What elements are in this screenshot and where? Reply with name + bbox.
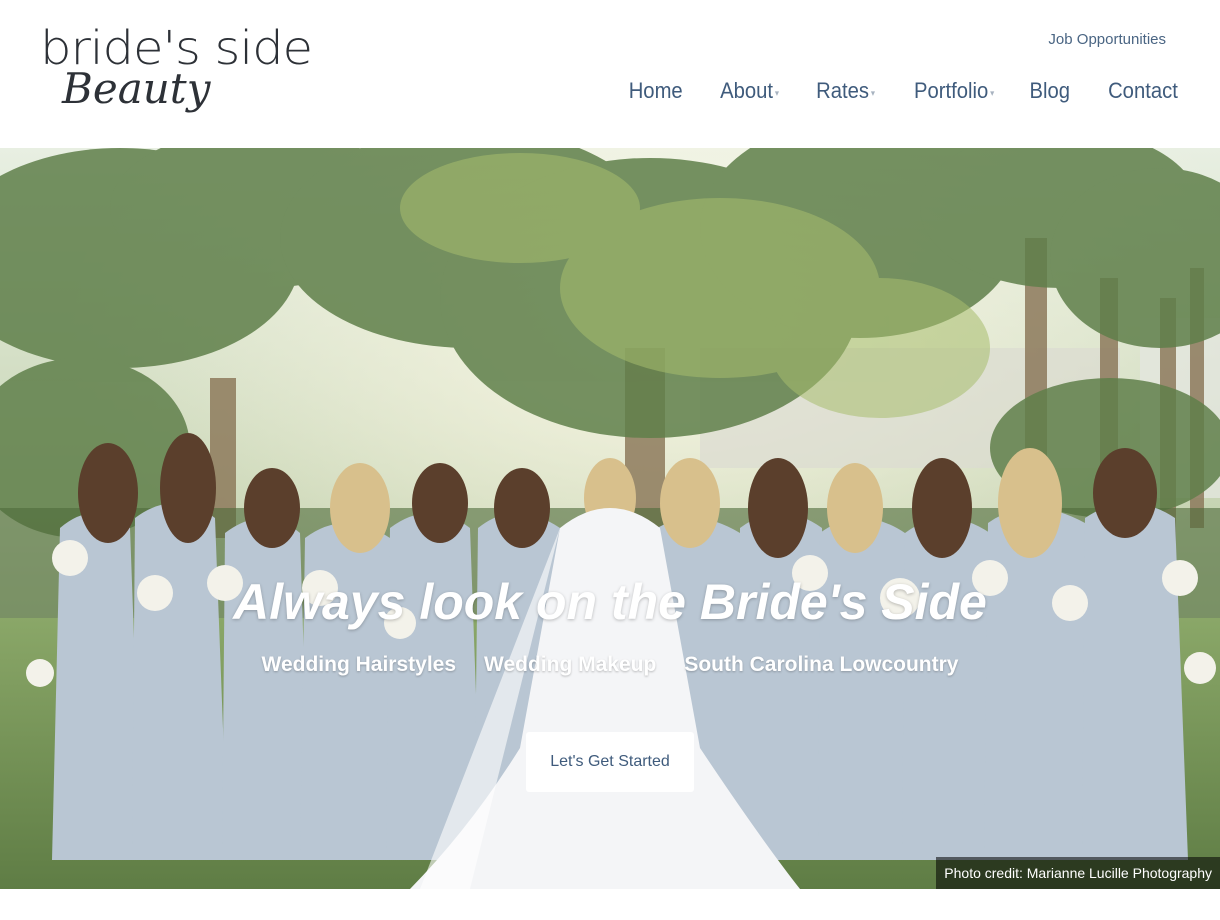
photo-credit: Photo credit: Marianne Lucille Photograp… xyxy=(936,857,1220,889)
service-makeup: Wedding Makeup xyxy=(484,653,657,676)
nav-label: Home xyxy=(628,78,683,103)
nav-item-contact[interactable]: Contact xyxy=(1108,78,1178,104)
nav-item-rates[interactable]: Rates ▾ xyxy=(816,78,875,104)
chevron-down-icon: ▾ xyxy=(774,87,779,98)
nav-item-home[interactable]: Home xyxy=(629,78,683,104)
hero-tagline: Always look on the Bride's Side xyxy=(233,574,987,630)
job-opportunities-link[interactable]: Job Opportunities xyxy=(1048,31,1166,48)
nav-label: About xyxy=(719,78,773,103)
get-started-button[interactable]: Let's Get Started xyxy=(526,732,694,792)
nav-label: Contact xyxy=(1108,78,1178,103)
nav-item-about[interactable]: About ▾ xyxy=(720,78,779,104)
chevron-down-icon: ▾ xyxy=(870,87,875,98)
logo-subtitle: Beauty xyxy=(62,64,211,113)
hero-overlay: Always look on the Bride's Side Wedding … xyxy=(0,148,1220,889)
nav-label: Blog xyxy=(1029,78,1071,103)
chevron-down-icon: ▾ xyxy=(989,87,995,98)
site-logo[interactable]: bride's side Beauty xyxy=(40,22,330,122)
nav-label: Portfolio xyxy=(913,78,989,103)
nav-label: Rates xyxy=(815,78,869,103)
service-hairstyles: Wedding Hairstyles xyxy=(261,653,457,676)
nav-item-blog[interactable]: Blog xyxy=(1030,78,1071,104)
hero-banner: Always look on the Bride's Side Wedding … xyxy=(0,148,1220,889)
site-header: bride's side Beauty Job Opportunities Ho… xyxy=(0,0,1220,148)
services-list: Wedding Hairstyles Wedding Makeup South … xyxy=(0,653,1220,677)
nav-item-portfolio[interactable]: Portfolio ▾ xyxy=(914,78,994,104)
main-nav: Home About ▾ Rates ▾ Portfolio ▾ Blog Co… xyxy=(624,78,1178,104)
service-region: South Carolina Lowcountry xyxy=(684,653,959,676)
